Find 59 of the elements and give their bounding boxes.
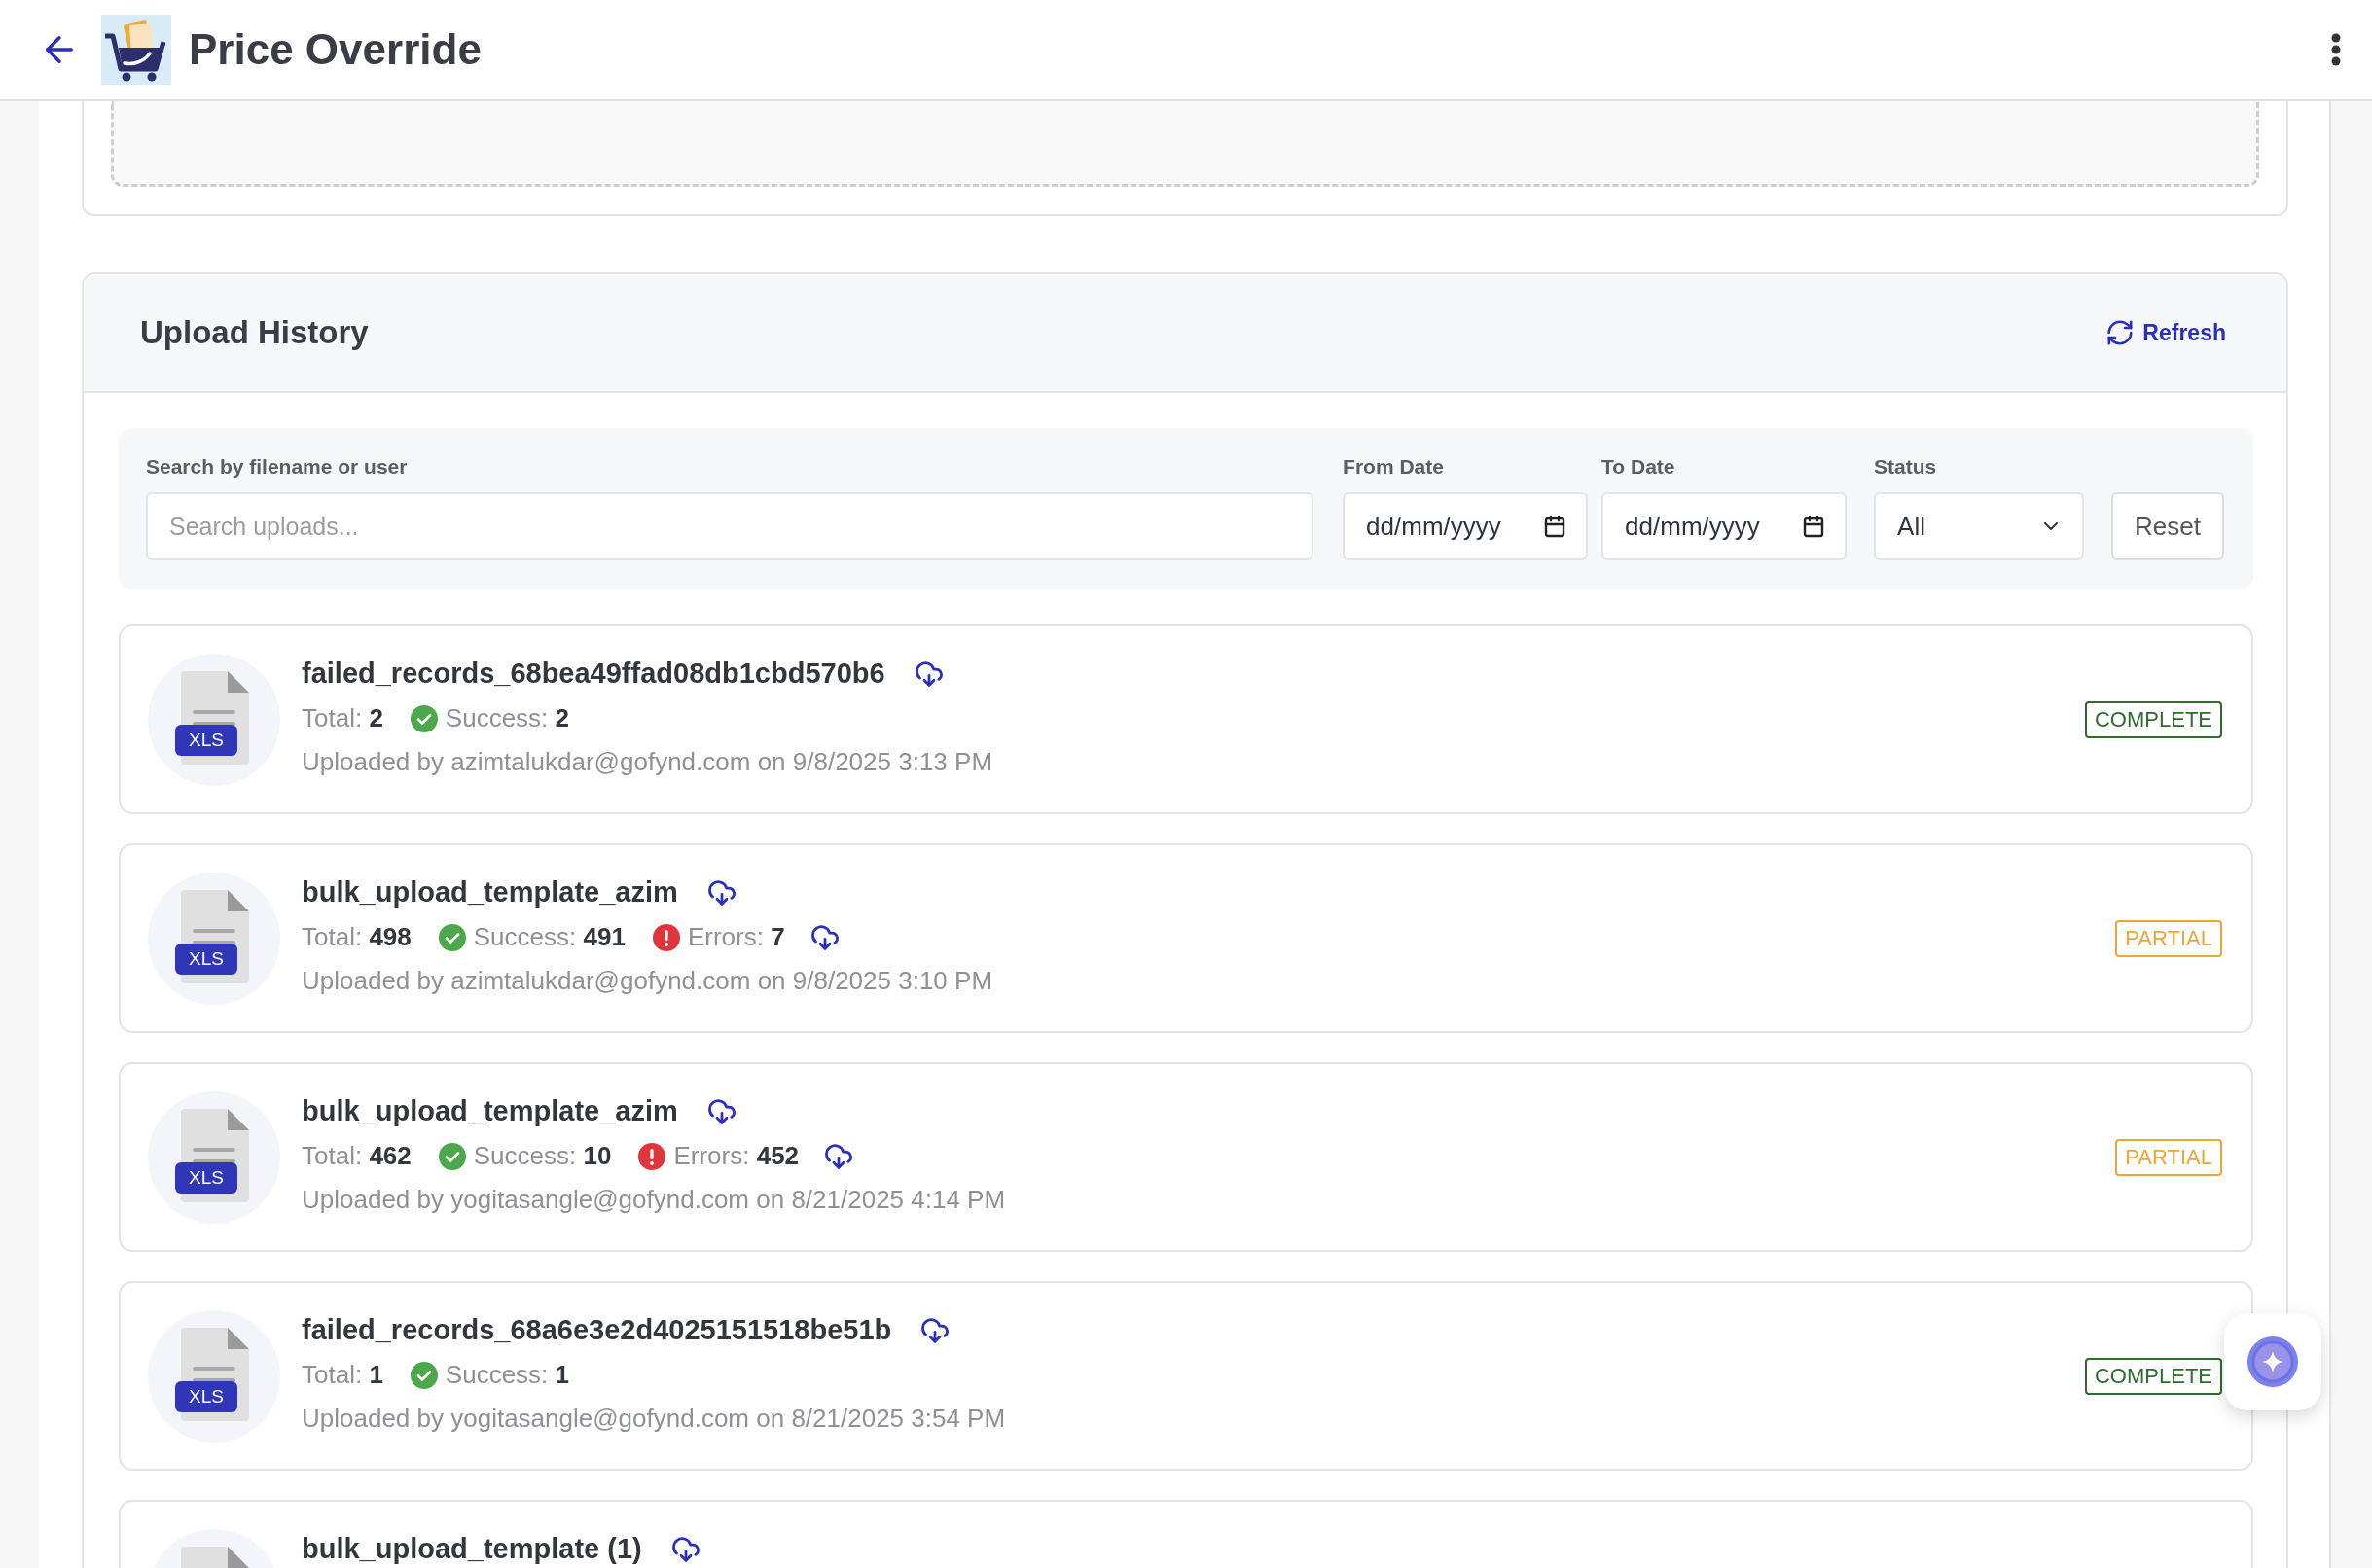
cloud-download-icon[interactable] bbox=[706, 1096, 737, 1126]
status-select[interactable]: All bbox=[1874, 492, 2085, 560]
date-field[interactable]: dd/mm/yyyy bbox=[1601, 492, 1848, 560]
stat-text: Total: 462 bbox=[302, 1141, 412, 1171]
cloud-download-icon[interactable] bbox=[809, 922, 840, 952]
file-name: bulk_upload_template_azim bbox=[302, 876, 678, 909]
file-type-tag: XLS bbox=[175, 1380, 237, 1412]
file-name: failed_records_68a6e3e2d4025151518be51b bbox=[302, 1314, 892, 1346]
date-field[interactable]: dd/mm/yyyy bbox=[1343, 492, 1589, 560]
file-name: bulk_upload_template (1) bbox=[302, 1533, 642, 1565]
check-circle-icon bbox=[438, 1142, 466, 1170]
calendar-icon bbox=[1802, 515, 1826, 538]
cloud-download-icon[interactable] bbox=[824, 1141, 854, 1171]
field-label: Status bbox=[1874, 455, 1938, 479]
file-name: failed_records_68bea49ffad08db1cbd570b6 bbox=[302, 658, 885, 690]
cloud-download-icon[interactable] bbox=[706, 877, 737, 908]
status-tag: PARTIAL bbox=[2115, 919, 2222, 957]
upload-info: Uploaded by yogitasangle@gofynd.com on 8/21/2025 3:54 PM bbox=[302, 1404, 1007, 1434]
check-circle-icon bbox=[438, 923, 466, 951]
cart-logo-icon bbox=[101, 15, 171, 85]
stat-text: Total: 2 bbox=[302, 703, 383, 733]
field-label: Search by filename or user bbox=[146, 455, 409, 479]
check-circle-icon bbox=[410, 704, 438, 732]
page-title: Price Override bbox=[189, 25, 483, 74]
file-type-tag: XLS bbox=[175, 943, 237, 975]
cloud-download-icon[interactable] bbox=[920, 1315, 951, 1345]
sparkle-icon bbox=[2246, 1336, 2299, 1388]
stat-text: Success: 491 bbox=[473, 922, 626, 952]
stat-text: Success: 1 bbox=[445, 1360, 570, 1390]
upload-info: Uploaded by azimtalukdar@gofynd.com on 9/8/2025 3:10 PM bbox=[302, 966, 994, 996]
stat-text: Errors: 7 bbox=[687, 922, 785, 952]
error-circle-icon bbox=[652, 923, 680, 951]
cloud-download-icon[interactable] bbox=[670, 1534, 701, 1564]
status-tag: COMPLETE bbox=[2084, 1357, 2222, 1395]
stat-text: Success: 10 bbox=[473, 1141, 612, 1171]
upload-info: Uploaded by yogitasangle@gofynd.com on 8/21/2025 4:14 PM bbox=[302, 1185, 1007, 1215]
assistant-button[interactable] bbox=[2224, 1313, 2321, 1410]
field-label: From Date bbox=[1343, 455, 1445, 479]
file-type-tag: XLS bbox=[175, 1161, 237, 1194]
cloud-download-icon[interactable] bbox=[914, 659, 944, 689]
refresh-button[interactable]: Refresh bbox=[2100, 317, 2232, 348]
check-circle-icon bbox=[410, 1361, 438, 1389]
more-vertical-icon bbox=[2331, 33, 2341, 66]
stat-text: Total: 1 bbox=[302, 1360, 383, 1390]
calendar-icon bbox=[1543, 515, 1567, 538]
stat-text: Errors: 452 bbox=[673, 1141, 800, 1171]
reset-button[interactable]: Reset bbox=[2111, 492, 2224, 560]
status-tag: PARTIAL bbox=[2115, 1138, 2222, 1176]
field-label: To Date bbox=[1601, 455, 1676, 479]
section-title: Upload History bbox=[140, 314, 369, 351]
search-field[interactable]: Search uploads... bbox=[146, 492, 1314, 560]
file-type-tag: XLS bbox=[175, 724, 237, 756]
stat-text: Total: 498 bbox=[302, 922, 412, 952]
refresh-icon bbox=[2105, 318, 2136, 347]
status-tag: COMPLETE bbox=[2084, 700, 2222, 738]
error-circle-icon bbox=[638, 1142, 666, 1170]
upload-info: Uploaded by azimtalukdar@gofynd.com on 9/8/2025 3:13 PM bbox=[302, 747, 994, 777]
file-name: bulk_upload_template_azim bbox=[302, 1095, 678, 1127]
stat-text: Success: 2 bbox=[445, 703, 570, 733]
